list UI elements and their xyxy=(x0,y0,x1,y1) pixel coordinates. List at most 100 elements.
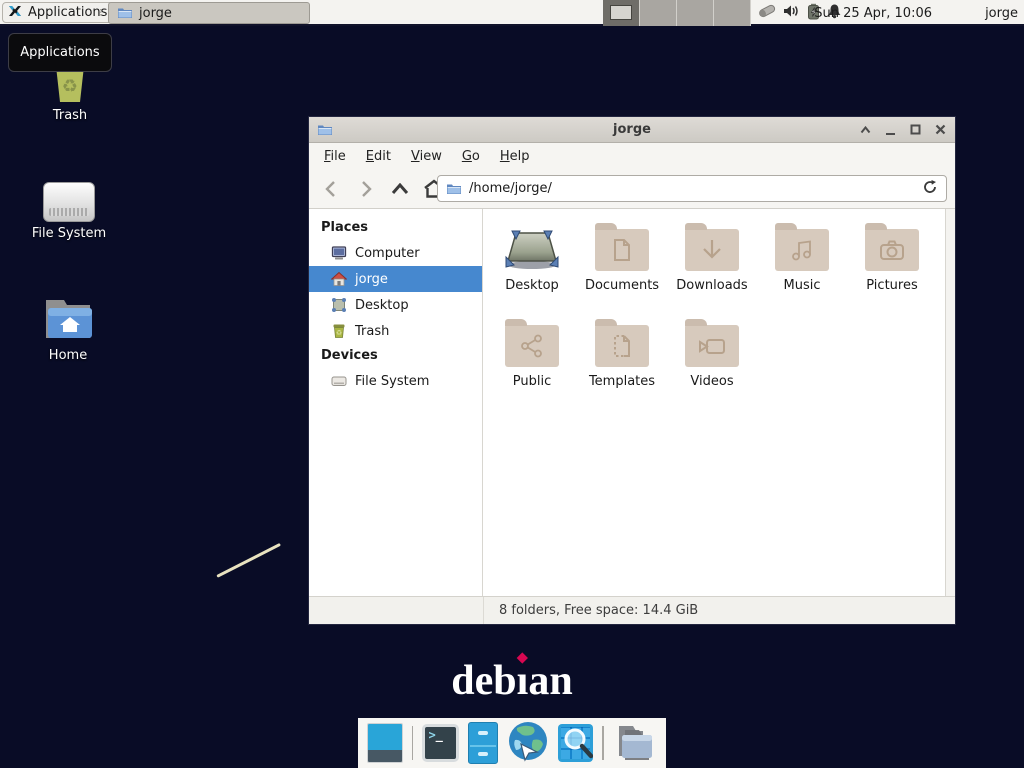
forward-button[interactable] xyxy=(353,176,379,202)
terminal-icon[interactable]: >_ xyxy=(422,724,458,762)
music-emblem-icon xyxy=(791,238,813,262)
folder-label: Videos xyxy=(690,374,733,389)
desktop-icon-file-system[interactable]: File System xyxy=(14,170,124,241)
menu-view[interactable]: View xyxy=(402,146,451,167)
folder-item-videos[interactable]: Videos xyxy=(667,313,757,409)
video-emblem-icon xyxy=(698,336,726,356)
menu-edit[interactable]: Edit xyxy=(357,146,400,167)
folder-icon xyxy=(505,325,559,367)
devices-header: Devices xyxy=(309,344,482,368)
folder-icon xyxy=(595,325,649,367)
folder-grid: Desktop Documents xyxy=(487,217,937,409)
folder-item-downloads[interactable]: Downloads xyxy=(667,217,757,313)
back-button[interactable] xyxy=(317,176,343,202)
panel-user-menu[interactable]: jorge xyxy=(985,0,1018,26)
svg-text:♻: ♻ xyxy=(62,76,78,97)
menu-file[interactable]: File xyxy=(315,146,355,167)
icon-view[interactable]: Desktop Documents xyxy=(483,209,955,596)
folder-item-pictures[interactable]: Pictures xyxy=(847,217,937,313)
debian-logo: debıan xyxy=(451,660,572,702)
location-bar[interactable]: /home/jorge/ xyxy=(437,175,947,202)
sidebar-item-file-system[interactable]: File System xyxy=(309,368,482,394)
sidebar-item-label: jorge xyxy=(355,272,388,287)
window-titlebar[interactable]: jorge xyxy=(309,117,955,143)
minimize-button[interactable] xyxy=(883,123,897,137)
input-device-icon[interactable] xyxy=(756,2,776,24)
volume-icon[interactable] xyxy=(783,3,800,23)
reload-icon[interactable] xyxy=(922,179,938,199)
workspace-1-active[interactable] xyxy=(603,0,640,26)
debian-logo-i: ı xyxy=(517,658,529,704)
folder-label: Templates xyxy=(589,374,655,389)
folder-label: Downloads xyxy=(676,278,747,293)
download-emblem-icon xyxy=(701,238,723,262)
desktop-icon-label: Home xyxy=(13,348,123,363)
folder-label: Pictures xyxy=(866,278,917,293)
file-manager-icon[interactable] xyxy=(613,720,657,766)
trash-icon: ♻ xyxy=(331,323,347,339)
folder-icon xyxy=(685,229,739,271)
desktop-item-icon xyxy=(504,217,560,271)
maximize-button[interactable] xyxy=(908,123,922,137)
applications-menu-label: Applications xyxy=(28,5,107,20)
show-desktop-icon[interactable] xyxy=(367,723,403,763)
folder-icon xyxy=(865,229,919,271)
sidebar: Places Computer jorge xyxy=(309,209,483,596)
web-browser-icon[interactable] xyxy=(507,720,549,766)
application-finder-icon[interactable] xyxy=(558,724,593,762)
panel-clock[interactable]: Sun 25 Apr, 10:06 xyxy=(814,0,932,26)
svg-text:♻: ♻ xyxy=(336,329,342,337)
folder-label: Documents xyxy=(585,278,659,293)
desktop-icon-home[interactable]: Home xyxy=(13,292,123,363)
sidebar-item-jorge[interactable]: jorge xyxy=(309,266,482,292)
menu-go[interactable]: Go xyxy=(453,146,489,167)
path-folder-icon xyxy=(446,181,462,197)
dock-separator xyxy=(602,726,604,760)
workspace-4[interactable] xyxy=(714,0,751,26)
sidebar-item-label: Desktop xyxy=(355,298,409,313)
toolbar: /home/jorge/ xyxy=(309,169,955,209)
vertical-scrollbar[interactable] xyxy=(945,209,955,596)
workspace-switcher[interactable] xyxy=(603,0,751,26)
file-cabinet-icon[interactable] xyxy=(468,722,498,764)
workspace-3[interactable] xyxy=(677,0,714,26)
folder-label: Desktop xyxy=(505,278,559,293)
sidebar-item-label: Computer xyxy=(355,246,420,261)
folder-label: Music xyxy=(784,278,821,293)
statusbar-text: 8 folders, Free space: 14.4 GiB xyxy=(499,603,698,618)
folder-item-music[interactable]: Music xyxy=(757,217,847,313)
panel-grip-handle[interactable]: ⁝ xyxy=(99,3,103,22)
applications-tooltip: Applications xyxy=(8,33,112,72)
menu-help[interactable]: Help xyxy=(491,146,539,167)
workspace-window-thumb xyxy=(610,5,632,20)
folder-item-documents[interactable]: Documents xyxy=(577,217,667,313)
folder-item-desktop[interactable]: Desktop xyxy=(487,217,577,313)
path-text[interactable]: /home/jorge/ xyxy=(469,181,915,196)
dock-separator xyxy=(412,726,414,760)
drive-icon xyxy=(331,373,347,389)
folder-icon xyxy=(117,5,133,21)
debian-logo-text: deb xyxy=(451,658,516,704)
workspace-2[interactable] xyxy=(640,0,677,26)
file-manager-window: jorge File Edit View Go Help xyxy=(308,116,956,625)
folder-item-public[interactable]: Public xyxy=(487,313,577,409)
panel-username: jorge xyxy=(985,6,1018,21)
home-icon xyxy=(331,271,347,287)
stray-line-artifact xyxy=(216,543,281,578)
sidebar-item-computer[interactable]: Computer xyxy=(309,240,482,266)
close-button[interactable] xyxy=(933,123,947,137)
folder-label: Public xyxy=(513,374,551,389)
sidebar-item-trash[interactable]: ♻ Trash xyxy=(309,318,482,344)
places-header: Places xyxy=(309,216,482,240)
up-button[interactable] xyxy=(387,176,413,202)
shade-button[interactable] xyxy=(858,123,872,137)
sidebar-item-desktop[interactable]: Desktop xyxy=(309,292,482,318)
taskbar-window-button[interactable]: jorge xyxy=(108,2,310,24)
camera-emblem-icon xyxy=(879,239,905,261)
clock-text: Sun 25 Apr, 10:06 xyxy=(814,6,932,21)
folder-item-templates[interactable]: Templates xyxy=(577,313,667,409)
hard-drive-icon xyxy=(14,170,124,222)
top-panel: Applications ⁝ jorge xyxy=(0,0,1024,26)
share-emblem-icon xyxy=(520,334,544,358)
statusbar: 8 folders, Free space: 14.4 GiB xyxy=(309,596,955,624)
